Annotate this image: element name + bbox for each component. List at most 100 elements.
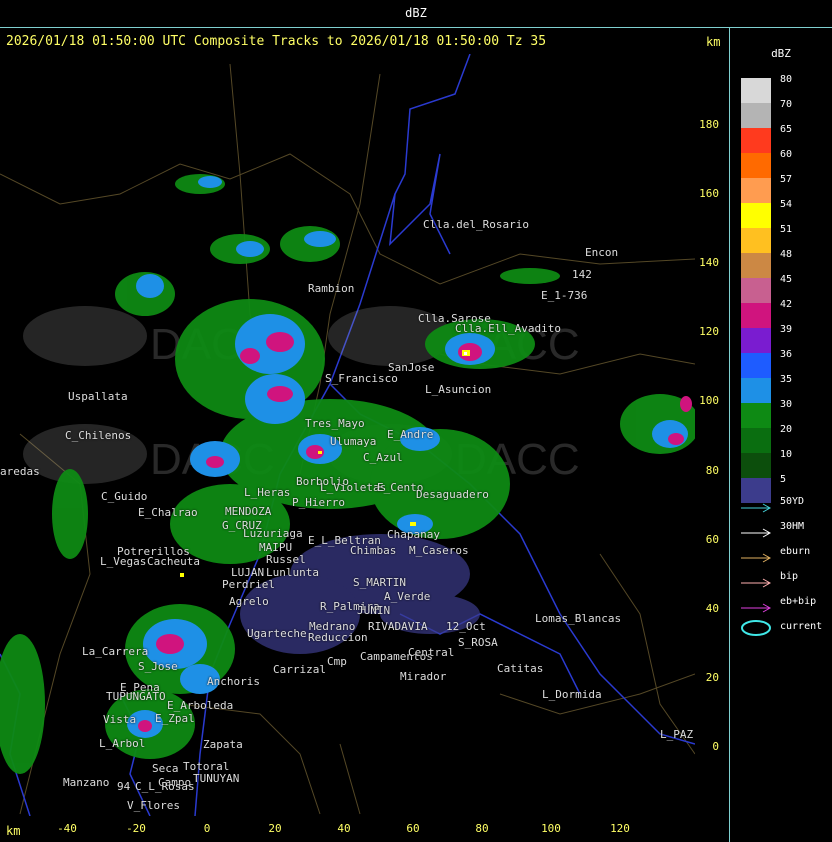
legend-level-label: 42 <box>780 299 793 310</box>
place-label: TUPUNGATO <box>106 690 166 703</box>
track-arrow-icon <box>741 573 773 588</box>
legend-level-label: 39 <box>780 324 793 335</box>
y-tick-label: 20 <box>705 671 719 684</box>
place-label: A_Verde <box>384 590 431 603</box>
place-label: Cmp <box>327 655 347 668</box>
legend-swatch <box>741 403 771 428</box>
place-label: aredas <box>0 465 40 478</box>
place-label: Chapanay <box>387 528 440 541</box>
track-legend-label: 50YD <box>780 496 805 507</box>
track-legend-label: bip <box>780 571 799 582</box>
legend-level-label: 57 <box>780 174 793 185</box>
place-label: Agrelo <box>229 595 269 608</box>
place-label: L_Asuncion <box>425 383 492 396</box>
legend-swatch <box>741 353 771 378</box>
place-label: Vista <box>103 713 137 726</box>
place-label: Zapata <box>203 738 243 751</box>
place-label: Clla.Ell_Avadito <box>455 322 561 335</box>
legend-level-label: 36 <box>780 349 793 360</box>
legend-swatch <box>741 378 771 403</box>
place-label: L_Dormida <box>542 688 602 701</box>
place-label: L_Heras <box>244 486 291 499</box>
place-label: C_Chilenos <box>65 429 132 442</box>
place-label: SanJose <box>388 361 435 374</box>
place-label: Catitas <box>497 662 544 675</box>
place-label: Mirador <box>400 670 447 683</box>
place-label: Rambion <box>308 282 355 295</box>
x-tick-label: 100 <box>541 822 561 835</box>
legend-swatch <box>741 303 771 328</box>
y-tick-label: 180 <box>699 118 719 131</box>
place-label: JUNIN <box>357 604 391 617</box>
place-label: Luzuriaga <box>243 527 303 540</box>
place-label: Reduccion <box>308 631 368 644</box>
place-label: V_Flores <box>127 799 180 812</box>
place-label: MENDOZA <box>225 505 272 518</box>
x-axis-unit: km <box>6 824 21 838</box>
place-label: Central <box>408 646 455 659</box>
legend-level-label: 45 <box>780 274 793 285</box>
legend-level-label: 70 <box>780 99 793 110</box>
place-label: RIVADAVIA <box>368 620 428 633</box>
legend-level-label: 54 <box>780 199 793 210</box>
y-tick-label: 120 <box>699 325 719 338</box>
y-tick-label: 100 <box>699 394 719 407</box>
place-label: Clla.del_Rosario <box>423 218 529 231</box>
place-label: Anchoris <box>207 675 260 688</box>
legend-level-label: 60 <box>780 149 793 160</box>
y-tick-label: 160 <box>699 187 719 200</box>
tracks-header: 2026/01/18 01:50:00 UTC Composite Tracks… <box>6 34 547 49</box>
place-label: S_ROSA <box>458 636 498 649</box>
legend-level-label: 51 <box>780 224 793 235</box>
y-tick-label: 40 <box>705 602 719 615</box>
x-tick-label: 80 <box>475 822 489 835</box>
y-axis-unit: km <box>706 35 721 49</box>
place-label: L_Arbol <box>99 737 146 750</box>
place-label: Encon <box>585 246 619 259</box>
place-label: P_Hierro <box>292 496 345 509</box>
legend-swatch <box>741 328 771 353</box>
place-label: Lomas_Blancas <box>535 612 622 625</box>
place-label: Ulumaya <box>330 435 377 448</box>
legend-swatch <box>741 128 771 153</box>
place-label: Seca <box>152 762 179 775</box>
place-label: Perdriel <box>222 578 275 591</box>
place-label: C_L_Rosas <box>135 780 195 793</box>
x-tick-label: 60 <box>406 822 420 835</box>
place-label: E_Andre <box>387 428 434 441</box>
place-label: L_PAZ <box>660 728 694 741</box>
place-label: L_Vegas <box>100 555 147 568</box>
legend-swatch <box>741 203 771 228</box>
place-label: Manzano <box>63 776 110 789</box>
current-ellipse-icon <box>741 620 773 636</box>
window-title: dBZ <box>405 6 427 20</box>
legend-swatch <box>741 428 771 453</box>
x-tick-label: 20 <box>268 822 282 835</box>
y-tick-label: 80 <box>705 464 719 477</box>
track-legend-label: eburn <box>780 546 811 557</box>
legend-level-label: 48 <box>780 249 793 260</box>
legend-level-label: 80 <box>780 74 793 85</box>
legend-swatch <box>741 178 771 203</box>
place-label: Tres_Mayo <box>305 417 365 430</box>
legend-title: dBZ <box>771 47 791 60</box>
track-legend-label: current <box>780 621 823 632</box>
track-arrow-icon <box>741 548 773 563</box>
place-label: 12_Oct <box>446 620 486 633</box>
place-label: Cacheuta <box>147 555 200 568</box>
place-label: TUNUYAN <box>193 772 240 785</box>
legend-swatch <box>741 153 771 178</box>
legend-level-label: 10 <box>780 449 793 460</box>
legend-swatch <box>741 103 771 128</box>
y-tick-label: 140 <box>699 256 719 269</box>
x-tick-label: -20 <box>126 822 146 835</box>
track-arrow-icon <box>741 598 773 613</box>
legend-swatch <box>741 78 771 103</box>
legend-level-label: 35 <box>780 374 793 385</box>
legend-level-label: 30 <box>780 399 793 410</box>
track-arrow-icon <box>741 498 773 513</box>
place-label: 142 <box>572 268 592 281</box>
x-tick-label: 0 <box>203 822 211 835</box>
legend-swatch <box>741 278 771 303</box>
place-label: Ugarteche <box>247 627 307 640</box>
